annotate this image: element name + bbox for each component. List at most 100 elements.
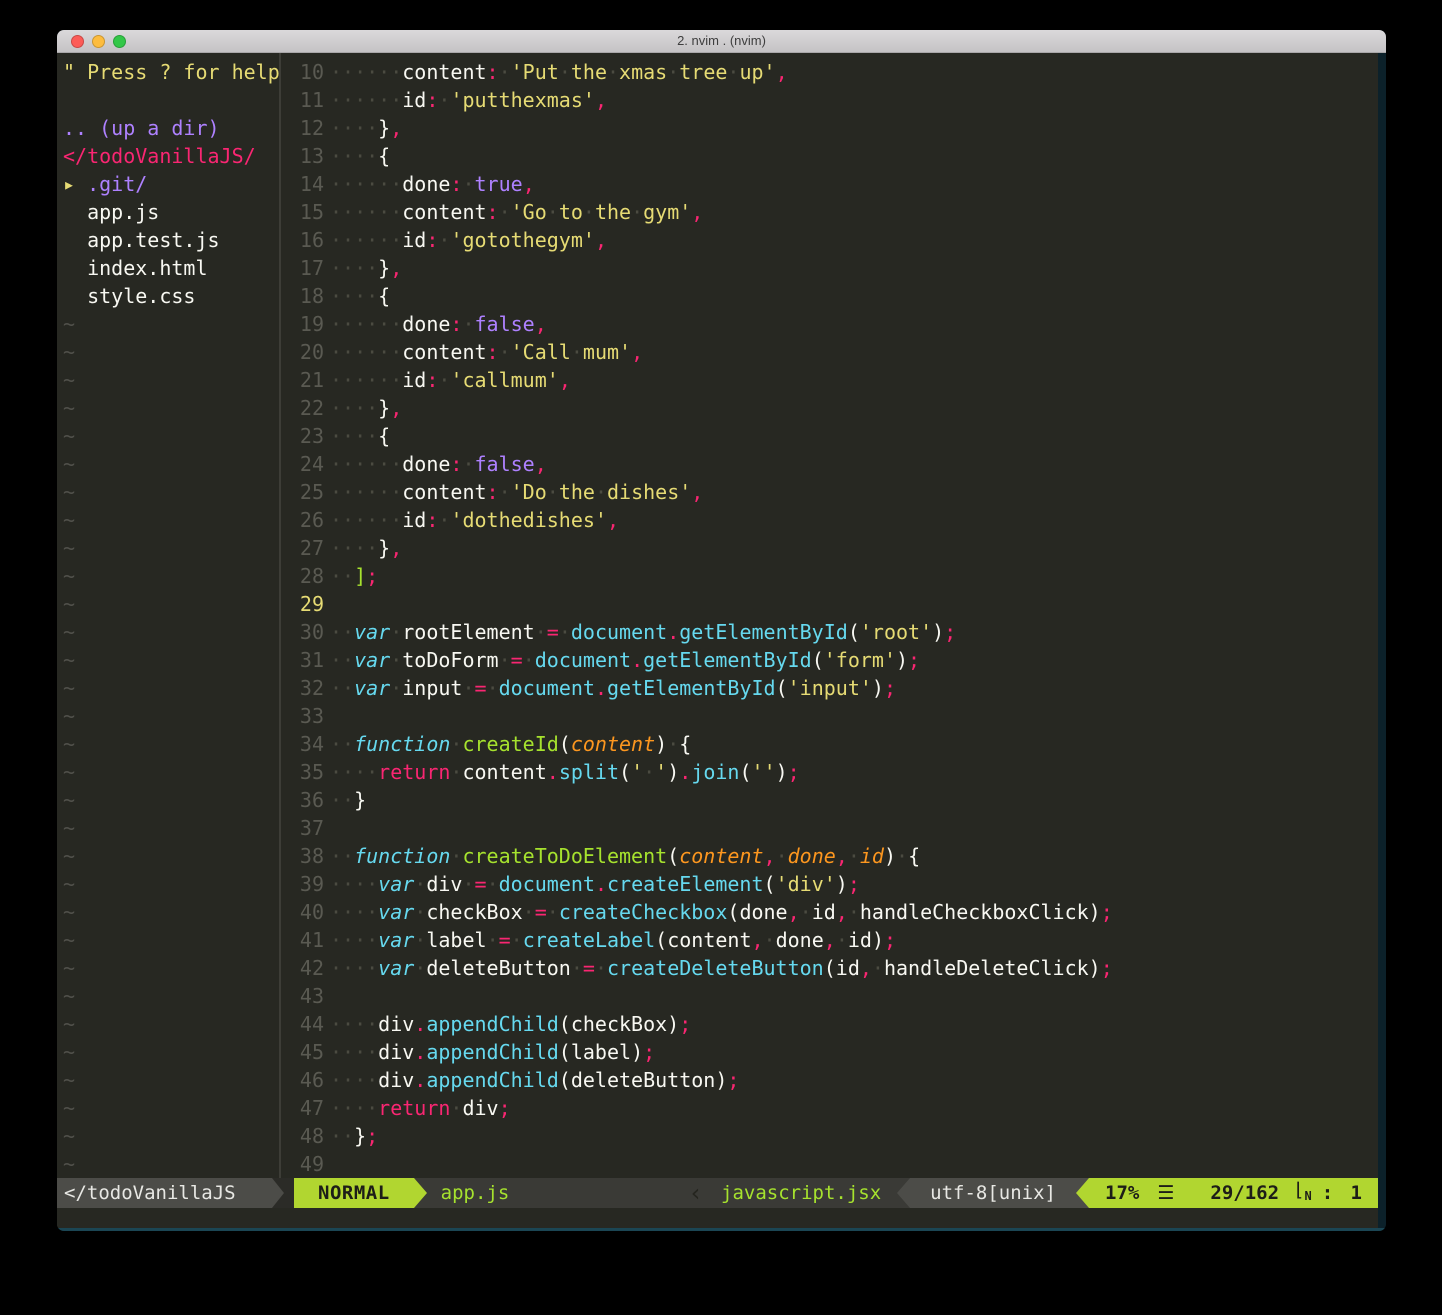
code-line-36[interactable]: 36··}	[281, 786, 1378, 814]
code-text[interactable]	[330, 814, 1378, 842]
code-line-19[interactable]: 19······done:·false,	[281, 310, 1378, 338]
code-line-44[interactable]: 44····div.appendChild(checkBox);	[281, 1010, 1378, 1038]
code-text[interactable]	[330, 590, 1378, 618]
code-line-41[interactable]: 41····var·label·=·createLabel(content,·d…	[281, 926, 1378, 954]
code-line-15[interactable]: 15······content:·'Go·to·the·gym',	[281, 198, 1378, 226]
zoom-button[interactable]	[113, 35, 126, 48]
code-text[interactable]: ··};	[330, 1122, 1378, 1150]
code-text[interactable]: ····div.appendChild(checkBox);	[330, 1010, 1378, 1038]
command-line[interactable]	[57, 1208, 1378, 1228]
code-text[interactable]: ····var·deleteButton·=·createDeleteButto…	[330, 954, 1378, 982]
minimize-button[interactable]	[92, 35, 105, 48]
code-text[interactable]: ··];	[330, 562, 1378, 590]
code-text[interactable]: ··var·rootElement·=·document.getElementB…	[330, 618, 1378, 646]
code-line-47[interactable]: 47····return·div;	[281, 1094, 1378, 1122]
code-line-20[interactable]: 20······content:·'Call·mum',	[281, 338, 1378, 366]
code-text[interactable]: ····var·div·=·document.createElement('di…	[330, 870, 1378, 898]
code-line-39[interactable]: 39····var·div·=·document.createElement('…	[281, 870, 1378, 898]
code-text[interactable]: ······id:·'gotothegym',	[330, 226, 1378, 254]
tree-item-label[interactable]: app.test.js	[87, 228, 219, 252]
code-line-24[interactable]: 24······done:·false,	[281, 450, 1378, 478]
tree-item-git[interactable]: ▸ .git/	[63, 170, 279, 198]
editor-buffer[interactable]: 10······content:·'Put·the·xmas·tree·up',…	[281, 53, 1378, 1178]
code-line-21[interactable]: 21······id:·'callmum',	[281, 366, 1378, 394]
tree-item-label[interactable]: app.js	[87, 200, 159, 224]
code-line-31[interactable]: 31··var·toDoForm·=·document.getElementBy…	[281, 646, 1378, 674]
code-text[interactable]: ······content:·'Call·mum',	[330, 338, 1378, 366]
code-line-12[interactable]: 12····},	[281, 114, 1378, 142]
code-line-13[interactable]: 13····{	[281, 142, 1378, 170]
code-line-34[interactable]: 34··function·createId(content)·{	[281, 730, 1378, 758]
code-text[interactable]	[330, 982, 1378, 1010]
tree-item-label[interactable]: index.html	[87, 256, 207, 280]
code-line-48[interactable]: 48··};	[281, 1122, 1378, 1150]
code-text[interactable]	[330, 1150, 1378, 1178]
code-line-28[interactable]: 28··];	[281, 562, 1378, 590]
code-text[interactable]: ····{	[330, 422, 1378, 450]
code-line-38[interactable]: 38··function·createToDoElement(content,·…	[281, 842, 1378, 870]
code-text[interactable]: ··var·toDoForm·=·document.getElementById…	[330, 646, 1378, 674]
code-text[interactable]: ····var·checkBox·=·createCheckbox(done,·…	[330, 898, 1378, 926]
code-line-14[interactable]: 14······done:·true,	[281, 170, 1378, 198]
code-text[interactable]: ······id:·'callmum',	[330, 366, 1378, 394]
code-text[interactable]: ····{	[330, 142, 1378, 170]
tree-item-label[interactable]: .git/	[87, 172, 147, 196]
code-line-29[interactable]: 29	[281, 590, 1378, 618]
code-line-49[interactable]: 49	[281, 1150, 1378, 1178]
code-line-11[interactable]: 11······id:·'putthexmas',	[281, 86, 1378, 114]
code-text[interactable]: ······done:·false,	[330, 450, 1378, 478]
code-line-25[interactable]: 25······content:·'Do·the·dishes',	[281, 478, 1378, 506]
code-text[interactable]: ····return·div;	[330, 1094, 1378, 1122]
code-text[interactable]: ····{	[330, 282, 1378, 310]
code-line-37[interactable]: 37	[281, 814, 1378, 842]
code-line-33[interactable]: 33	[281, 702, 1378, 730]
code-line-45[interactable]: 45····div.appendChild(label);	[281, 1038, 1378, 1066]
code-line-30[interactable]: 30··var·rootElement·=·document.getElemen…	[281, 618, 1378, 646]
code-line-18[interactable]: 18····{	[281, 282, 1378, 310]
titlebar[interactable]: 2. nvim . (nvim)	[57, 30, 1386, 53]
code-line-27[interactable]: 27····},	[281, 534, 1378, 562]
code-line-10[interactable]: 10······content:·'Put·the·xmas·tree·up',	[281, 58, 1378, 86]
code-line-32[interactable]: 32··var·input·=·document.getElementById(…	[281, 674, 1378, 702]
code-line-46[interactable]: 46····div.appendChild(deleteButton);	[281, 1066, 1378, 1094]
close-button[interactable]	[71, 35, 84, 48]
code-text[interactable]: ··function·createId(content)·{	[330, 730, 1378, 758]
code-text[interactable]: ······id:·'putthexmas',	[330, 86, 1378, 114]
code-text[interactable]: ······done:·false,	[330, 310, 1378, 338]
tree-item-app-js[interactable]: app.js	[63, 198, 279, 226]
code-text[interactable]: ····div.appendChild(label);	[330, 1038, 1378, 1066]
code-line-35[interactable]: 35····return·content.split('·').join('')…	[281, 758, 1378, 786]
tree-item-todoVanillaJS[interactable]: </todoVanillaJS/	[63, 142, 279, 170]
tree-item-style-css[interactable]: style.css	[63, 282, 279, 310]
code-text[interactable]: ··function·createToDoElement(content,·do…	[330, 842, 1378, 870]
code-line-43[interactable]: 43	[281, 982, 1378, 1010]
code-line-16[interactable]: 16······id:·'gotothegym',	[281, 226, 1378, 254]
code-line-40[interactable]: 40····var·checkBox·=·createCheckbox(done…	[281, 898, 1378, 926]
code-text[interactable]: ··}	[330, 786, 1378, 814]
code-text[interactable]: ····},	[330, 534, 1378, 562]
tree-item-label[interactable]: </todoVanillaJS/	[63, 144, 256, 168]
tree-item-label[interactable]: .. (up a dir)	[63, 116, 220, 140]
code-text[interactable]: ······id:·'dothedishes',	[330, 506, 1378, 534]
tree-item-up-a-dir[interactable]: .. (up a dir)	[63, 114, 279, 142]
code-line-42[interactable]: 42····var·deleteButton·=·createDeleteBut…	[281, 954, 1378, 982]
collapsed-dir-arrow-icon[interactable]: ▸	[63, 172, 87, 196]
code-text[interactable]: ······content:·'Do·the·dishes',	[330, 478, 1378, 506]
nerdtree-panel[interactable]: " Press ? for help.. (up a dir)</todoVan…	[57, 53, 279, 1178]
code-line-22[interactable]: 22····},	[281, 394, 1378, 422]
code-text[interactable]: ····},	[330, 114, 1378, 142]
code-text[interactable]: ····div.appendChild(deleteButton);	[330, 1066, 1378, 1094]
code-text[interactable]: ··var·input·=·document.getElementById('i…	[330, 674, 1378, 702]
code-text[interactable]: ····},	[330, 394, 1378, 422]
tree-item-index-html[interactable]: index.html	[63, 254, 279, 282]
code-text[interactable]: ······content:·'Put·the·xmas·tree·up',	[330, 58, 1378, 86]
code-line-26[interactable]: 26······id:·'dothedishes',	[281, 506, 1378, 534]
code-text[interactable]: ····var·label·=·createLabel(content,·don…	[330, 926, 1378, 954]
code-text[interactable]: ······done:·true,	[330, 170, 1378, 198]
code-text[interactable]: ····},	[330, 254, 1378, 282]
code-line-17[interactable]: 17····},	[281, 254, 1378, 282]
code-text[interactable]: ····return·content.split('·').join('');	[330, 758, 1378, 786]
tree-item-app-test-js[interactable]: app.test.js	[63, 226, 279, 254]
code-text[interactable]: ······content:·'Go·to·the·gym',	[330, 198, 1378, 226]
code-line-23[interactable]: 23····{	[281, 422, 1378, 450]
